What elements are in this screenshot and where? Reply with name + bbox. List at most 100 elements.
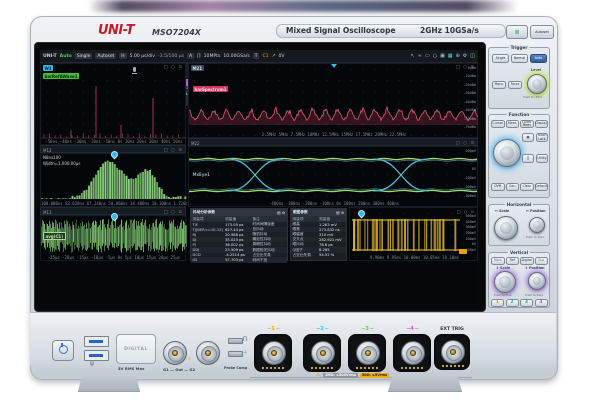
column-header: 测量项 xyxy=(291,217,318,222)
probe-comp-tab-1 xyxy=(228,338,243,344)
h-scale-knob[interactable] xyxy=(494,216,518,240)
control-panel: Trigger Single Normal Auto Menu Force Le… xyxy=(488,44,550,310)
autoset-button[interactable]: Autoset xyxy=(95,53,116,59)
vertical-channel-button-2[interactable]: 2 xyxy=(506,299,519,307)
vertical-channel-button-3[interactable]: 3 xyxy=(520,299,533,307)
h-position-knob[interactable] xyxy=(529,217,545,233)
settings-icon[interactable]: ⚙ xyxy=(463,53,467,59)
nav-grid-button[interactable]: ▦ xyxy=(522,133,534,142)
clock-icon[interactable]: ○ xyxy=(433,53,437,59)
eye-table[interactable]: 眼图参数▤ ⊙测量项测量值眼高1.263 mV眼宽273.832 ns眼幅度31… xyxy=(290,208,347,261)
eye-window-controls[interactable]: □ ○ ⊙ xyxy=(456,141,475,146)
channel-1-connector xyxy=(254,334,292,372)
histogram-panel[interactable]: N8ns100 Width=1,000.00μs 100.000ns 83.62… xyxy=(40,153,186,207)
clear-button[interactable]: Clear xyxy=(520,183,534,191)
jitter-table[interactable]: 抖动分析参数▤ ⊙测量项测量值备注TIE173.05 ps时间间隔误差TJ(BE… xyxy=(190,208,288,261)
meas-button[interactable]: Meas xyxy=(506,120,520,128)
y-tick-label: 400mV xyxy=(463,220,476,224)
table-cell: 310 mV xyxy=(318,233,346,237)
default-button[interactable]: Default xyxy=(535,183,549,191)
grid-icon[interactable]: ▦ xyxy=(448,53,453,59)
math-button[interactable]: Math xyxy=(491,257,505,265)
table-cell: 36.002 ps xyxy=(224,243,251,247)
utility-button[interactable]: Utility xyxy=(536,154,548,163)
layout-icon[interactable]: ◫ xyxy=(470,53,475,59)
table-icons[interactable]: ▤ ⊙ xyxy=(277,211,285,215)
dvm-button[interactable]: DVM xyxy=(491,183,505,191)
touch-lock-button[interactable]: Touch Lock xyxy=(536,133,548,142)
eye-header[interactable]: M22 □ ○ ⊙ xyxy=(188,138,478,146)
spectrum-panel[interactable]: M21 barSpectrum1 □ ○ ⊙ 2.5MHz 5MHz 7.5MH… xyxy=(188,63,478,138)
digital-button[interactable]: Digital xyxy=(520,257,534,265)
trigger-menu-button[interactable]: Menu xyxy=(492,81,506,89)
v-position-label: ↕ Position xyxy=(525,266,545,270)
menu-button[interactable]: ≣ xyxy=(506,25,528,39)
table-row: ISI57.703 ps码间干扰 xyxy=(191,258,287,263)
ref-window-controls[interactable]: □ ○ ⊙ xyxy=(164,65,183,70)
digital-x-ticks: 9.90ms 9.95ms 10.00ms 10.05ms 10.10ms xyxy=(350,255,478,260)
trigger-single-button[interactable]: Single xyxy=(492,54,509,63)
table-cell: TJ(BER<=1E-12) xyxy=(191,228,224,232)
trigger-auto-button[interactable]: Auto xyxy=(530,54,547,63)
y-tick-label: -50dBm xyxy=(463,108,476,112)
close-button[interactable]: ╳ xyxy=(522,154,534,163)
screen[interactable]: UNI-T Auto Single Autoset H 5.00 μs/div … xyxy=(40,50,478,304)
trigger-level-knob[interactable] xyxy=(527,74,547,94)
y-tick-label: 0V xyxy=(463,242,476,246)
mic-icon[interactable] xyxy=(132,67,137,76)
sample-rate: 10.00GSa/s xyxy=(223,54,249,59)
digital-port: DIGITAL xyxy=(116,334,156,364)
gen1-connector xyxy=(163,341,187,365)
table-cell: 20.988 ps xyxy=(224,233,251,237)
vertical-channel-button-4[interactable]: 4 xyxy=(535,299,548,307)
table-icons[interactable]: ▤ ⊙ xyxy=(336,211,344,215)
trigger-force-button[interactable]: Force xyxy=(508,81,522,89)
gen-button[interactable]: Gen xyxy=(506,183,520,191)
table-cell: DJ xyxy=(191,238,224,242)
y-tick-label: 100mV xyxy=(463,158,476,162)
single-button[interactable]: Single xyxy=(75,53,93,59)
display-button[interactable]: Display xyxy=(535,120,549,128)
oscilloscope-photo: UNI-T MSO7204X Mixed Signal Oscilloscope… xyxy=(0,0,600,417)
usb-icon: ψ xyxy=(90,360,94,367)
camera-icon[interactable]: ▣ xyxy=(440,53,445,59)
v-scale-knob[interactable] xyxy=(494,271,516,293)
cursor-button[interactable]: Cursor xyxy=(491,120,505,128)
vertical-channel-button-1[interactable]: 1 xyxy=(491,299,504,307)
hist-window-controls[interactable]: □ ○ ⊙ xyxy=(164,148,183,153)
table-cell: PJ xyxy=(191,243,224,247)
trigger-normal-button[interactable]: Normal xyxy=(511,54,528,63)
y-tick-label: -30dBm xyxy=(463,91,476,95)
table-title: 抖动分析参数 xyxy=(193,210,215,215)
cursor-icon[interactable]: ↖ xyxy=(411,53,415,59)
spectrum-y-labels: 0dBm-10dBm-20dBm-30dBm-40dBm-50dBm-60dBm… xyxy=(463,66,476,129)
channel-4-label: ‒ 4 ‒ xyxy=(393,326,431,332)
eye-panel[interactable]: MxEye1 -400ns -300ns -200ns -100ns 0s 10… xyxy=(188,146,478,207)
ref-window-tag: W1 xyxy=(43,65,53,71)
eye-waveform xyxy=(189,147,478,200)
noise-window-tag: M13 xyxy=(43,210,52,215)
y-tick-label: -60dBm xyxy=(463,117,476,121)
gen-caption: G1 — Out — G2 xyxy=(163,367,195,372)
quick-meas-button[interactable]: Quick Meas xyxy=(520,120,534,128)
ref-wave-panel[interactable]: W1 barRefAWave1 □ ○ ⊙ -50ns -40ns -30ns … xyxy=(40,63,186,145)
ref-button[interactable]: Ref xyxy=(506,257,520,265)
usb-port-1 xyxy=(84,336,109,347)
y-tick-label: 200mV xyxy=(463,231,476,235)
acquire-icon[interactable]: ▭ xyxy=(425,53,430,59)
acquire-badge: A xyxy=(187,53,194,59)
noise-window-controls[interactable]: □ ○ ⊙ xyxy=(164,210,183,215)
decode-icon[interactable]: ≈ xyxy=(418,53,422,59)
noise-panel[interactable]: avg(C1) -25μs -20μs -15μs -10μs -5μs 0s … xyxy=(40,215,186,261)
trigger-position-marker[interactable] xyxy=(331,64,337,68)
vertical-group: Vertical Math Ref Digital Bus ↕ Scale Pu… xyxy=(488,252,550,308)
trigger-level: 0V xyxy=(278,54,284,59)
multipurpose-knob[interactable] xyxy=(493,139,521,167)
bus-button[interactable]: Bus xyxy=(535,257,549,265)
autoset-button-hw[interactable]: Autoset xyxy=(530,25,554,39)
save-icon[interactable]: ⊕ xyxy=(456,53,460,59)
column-header: 测量值 xyxy=(224,217,251,222)
v-position-knob[interactable] xyxy=(528,272,546,290)
table-cell: RJ xyxy=(191,233,224,237)
digital-panel[interactable]: □ ○ ⊙ 500mV400mV300mV200mV100mV0V-100mV … xyxy=(349,207,478,261)
